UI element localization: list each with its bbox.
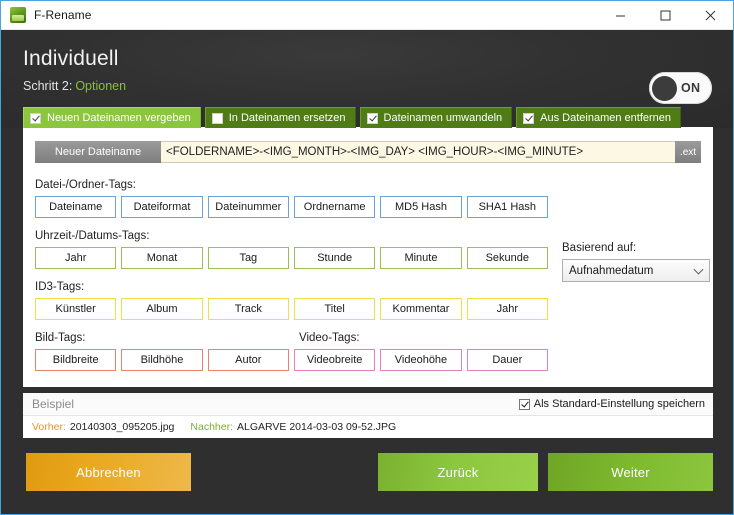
options-panel: Neuer Dateiname <FOLDERNAME>-<IMG_MONTH>… — [23, 127, 713, 387]
tag-button-kuenstler[interactable]: Künstler — [35, 298, 117, 320]
tag-button-dateinummer[interactable]: Dateinummer — [207, 196, 289, 218]
side-spacer — [562, 179, 710, 242]
file-tag-buttons: Dateiname Dateiformat Dateinummer Ordner… — [35, 196, 548, 218]
toggle-label: ON — [681, 81, 701, 95]
tab-checkbox[interactable] — [211, 112, 223, 124]
tab-label: Dateinamen umwandeln — [383, 112, 503, 124]
back-button[interactable]: Zurück — [378, 453, 538, 491]
tag-button-stunde[interactable]: Stunde — [293, 247, 376, 269]
id3-tag-buttons: Künstler Album Track Titel Kommentar Jah… — [35, 298, 548, 320]
tag-button-dateiformat[interactable]: Dateiformat — [121, 196, 203, 218]
tag-button-videohoehe[interactable]: Videohöhe — [380, 349, 462, 371]
tag-button-bildbreite[interactable]: Bildbreite — [35, 349, 117, 371]
tab-label: Aus Dateinamen entfernen — [540, 112, 672, 124]
minimize-icon[interactable] — [598, 1, 643, 29]
group-label-image-tags: Bild-Tags: — [35, 332, 86, 344]
after-value: ALGARVE 2014-03-03 09-52.JPG — [237, 421, 397, 433]
example-title: Beispiel — [32, 397, 75, 411]
next-button[interactable]: Weiter — [548, 453, 713, 491]
tab-checkbox[interactable] — [30, 112, 41, 124]
tab-checkbox[interactable] — [366, 112, 378, 124]
page-title: Individuell — [23, 47, 119, 70]
new-filename-label: Neuer Dateiname — [35, 141, 161, 163]
based-on-column: Basierend auf: Aufnahmedatum — [548, 179, 722, 371]
example-panel: Beispiel Als Standard-Einstellung speich… — [23, 393, 713, 438]
based-on-label: Basierend auf: — [562, 242, 637, 254]
tag-button-monat[interactable]: Monat — [121, 247, 203, 269]
maximize-icon[interactable] — [643, 1, 688, 29]
tab-in-dateinamen-ersetzen[interactable]: In Dateinamen ersetzen — [204, 107, 356, 128]
new-filename-input[interactable]: <FOLDERNAME>-<IMG_MONTH>-<IMG_DAY> <IMG_… — [161, 141, 675, 163]
step-indicator: Schritt 2: Optionen — [23, 79, 711, 93]
group-label-video-tags: Video-Tags: — [299, 332, 360, 344]
tag-button-sha1-hash[interactable]: SHA1 Hash — [466, 196, 548, 218]
based-on-select[interactable]: Aufnahmedatum — [562, 259, 710, 282]
power-toggle[interactable]: ON — [649, 72, 712, 104]
close-icon[interactable] — [688, 1, 733, 29]
media-tag-buttons: Bildbreite Bildhöhe Autor Videobreite Vi… — [35, 349, 548, 371]
tag-button-tag[interactable]: Tag — [207, 247, 289, 269]
tag-button-dauer[interactable]: Dauer — [466, 349, 548, 371]
tag-button-minute[interactable]: Minute — [380, 247, 462, 269]
tab-neuen-dateinamen-vergeben[interactable]: Neuen Dateinamen vergeben — [23, 107, 201, 128]
tag-button-jahr[interactable]: Jahr — [35, 247, 117, 269]
group-label-id3-tags: ID3-Tags: — [35, 281, 85, 293]
tag-button-track[interactable]: Track — [207, 298, 289, 320]
save-default-checkbox[interactable] — [518, 398, 530, 410]
extension-label: .ext — [675, 141, 701, 163]
tab-label: Neuen Dateinamen vergeben — [47, 112, 191, 124]
after-label: Nachher: — [190, 421, 233, 433]
tag-column: Datei-/Ordner-Tags: Dateiname Dateiforma… — [23, 179, 548, 371]
tab-bar: Neuen Dateinamen vergeben In Dateinamen … — [23, 107, 682, 128]
window-title: F-Rename — [34, 8, 92, 22]
tag-button-dateiname[interactable]: Dateiname — [35, 196, 117, 218]
tag-button-md5-hash[interactable]: MD5 Hash — [380, 196, 462, 218]
chevron-down-icon — [693, 264, 704, 275]
group-label-date-tags: Uhrzeit-/Datums-Tags: — [35, 230, 150, 242]
new-filename-row: Neuer Dateiname <FOLDERNAME>-<IMG_MONTH>… — [35, 141, 701, 163]
tab-dateinamen-umwandeln[interactable]: Dateinamen umwandeln — [359, 107, 513, 128]
tag-button-titel[interactable]: Titel — [293, 298, 376, 320]
step-label: Schritt 2: — [23, 79, 73, 93]
tag-button-ordnername[interactable]: Ordnername — [293, 196, 376, 218]
group-label-file-tags: Datei-/Ordner-Tags: — [35, 179, 136, 191]
step-value: Optionen — [75, 79, 127, 93]
tag-button-album[interactable]: Album — [121, 298, 203, 320]
tab-aus-dateinamen-entfernen[interactable]: Aus Dateinamen entfernen — [516, 107, 682, 128]
example-header: Beispiel Als Standard-Einstellung speich… — [23, 393, 713, 416]
before-label: Vorher: — [32, 421, 66, 433]
toggle-knob — [652, 75, 677, 101]
tag-button-videobreite[interactable]: Videobreite — [293, 349, 376, 371]
tag-button-autor[interactable]: Autor — [207, 349, 289, 371]
based-on-value: Aufnahmedatum — [569, 264, 654, 277]
before-value: 20140303_095205.jpg — [69, 421, 175, 433]
cancel-button[interactable]: Abbrechen — [26, 453, 191, 491]
app-window: F-Rename Individuell Schritt 2: Optionen … — [0, 0, 734, 515]
tag-button-sekunde[interactable]: Sekunde — [466, 247, 548, 269]
save-default-label: Als Standard-Einstellung speichern — [533, 398, 705, 410]
title-bar: F-Rename — [1, 1, 733, 30]
tag-button-jahr-id3[interactable]: Jahr — [466, 298, 548, 320]
date-tag-buttons: Jahr Monat Tag Stunde Minute Sekunde — [35, 247, 548, 269]
tab-label: In Dateinamen ersetzen — [228, 112, 346, 124]
tab-checkbox[interactable] — [523, 112, 535, 124]
tag-button-bildhoehe[interactable]: Bildhöhe — [121, 349, 203, 371]
example-body: Vorher: 20140303_095205.jpg Nachher: ALG… — [23, 416, 713, 438]
app-icon — [10, 7, 26, 23]
panel-body: Datei-/Ordner-Tags: Dateiname Dateiforma… — [23, 163, 713, 371]
media-group-labels: Bild-Tags: Video-Tags: — [35, 332, 548, 344]
tag-button-kommentar[interactable]: Kommentar — [380, 298, 462, 320]
save-default-checkbox-row[interactable]: Als Standard-Einstellung speichern — [518, 398, 705, 410]
